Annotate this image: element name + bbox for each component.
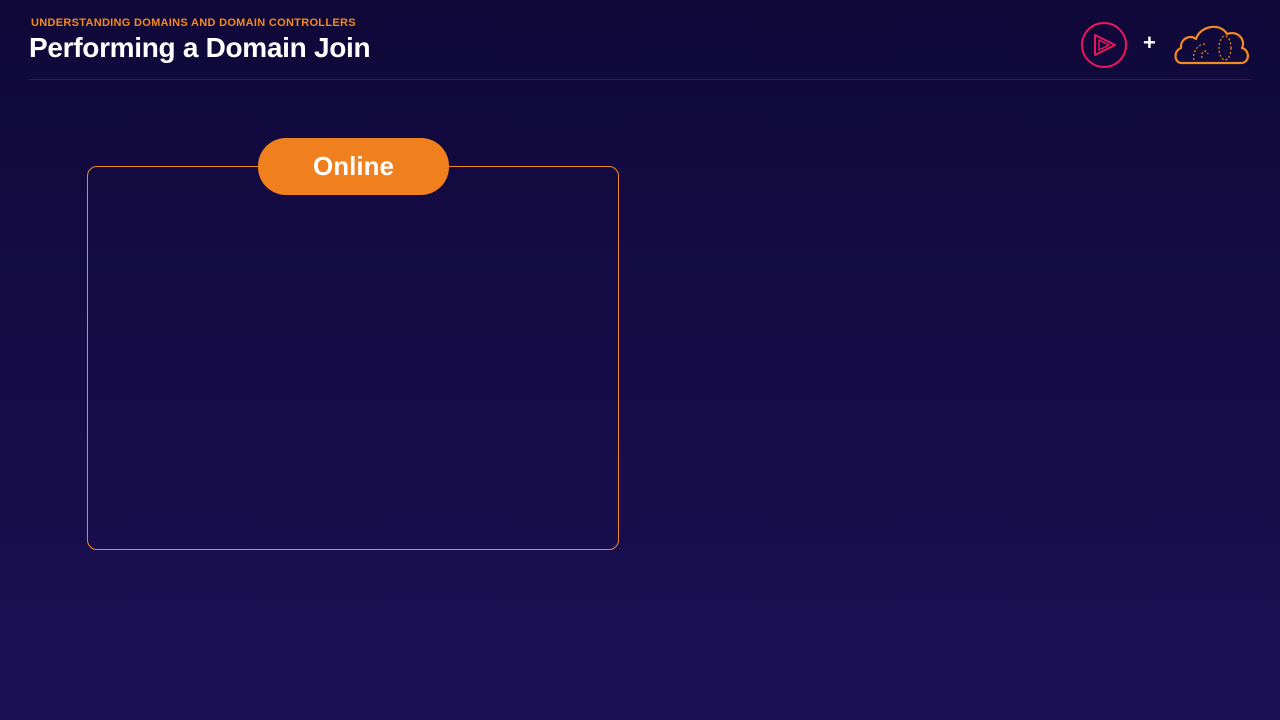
slide-title: Performing a Domain Join: [29, 32, 371, 63]
play-logo-icon: [1081, 22, 1127, 68]
section-eyebrow: UNDERSTANDING DOMAINS AND DOMAIN CONTROL…: [31, 17, 356, 29]
cloud-logo-icon: [1174, 25, 1249, 65]
header-divider: [29, 79, 1251, 80]
online-tab: Online: [258, 138, 449, 195]
logo-separator: +: [1143, 30, 1156, 55]
online-panel: [87, 166, 619, 550]
